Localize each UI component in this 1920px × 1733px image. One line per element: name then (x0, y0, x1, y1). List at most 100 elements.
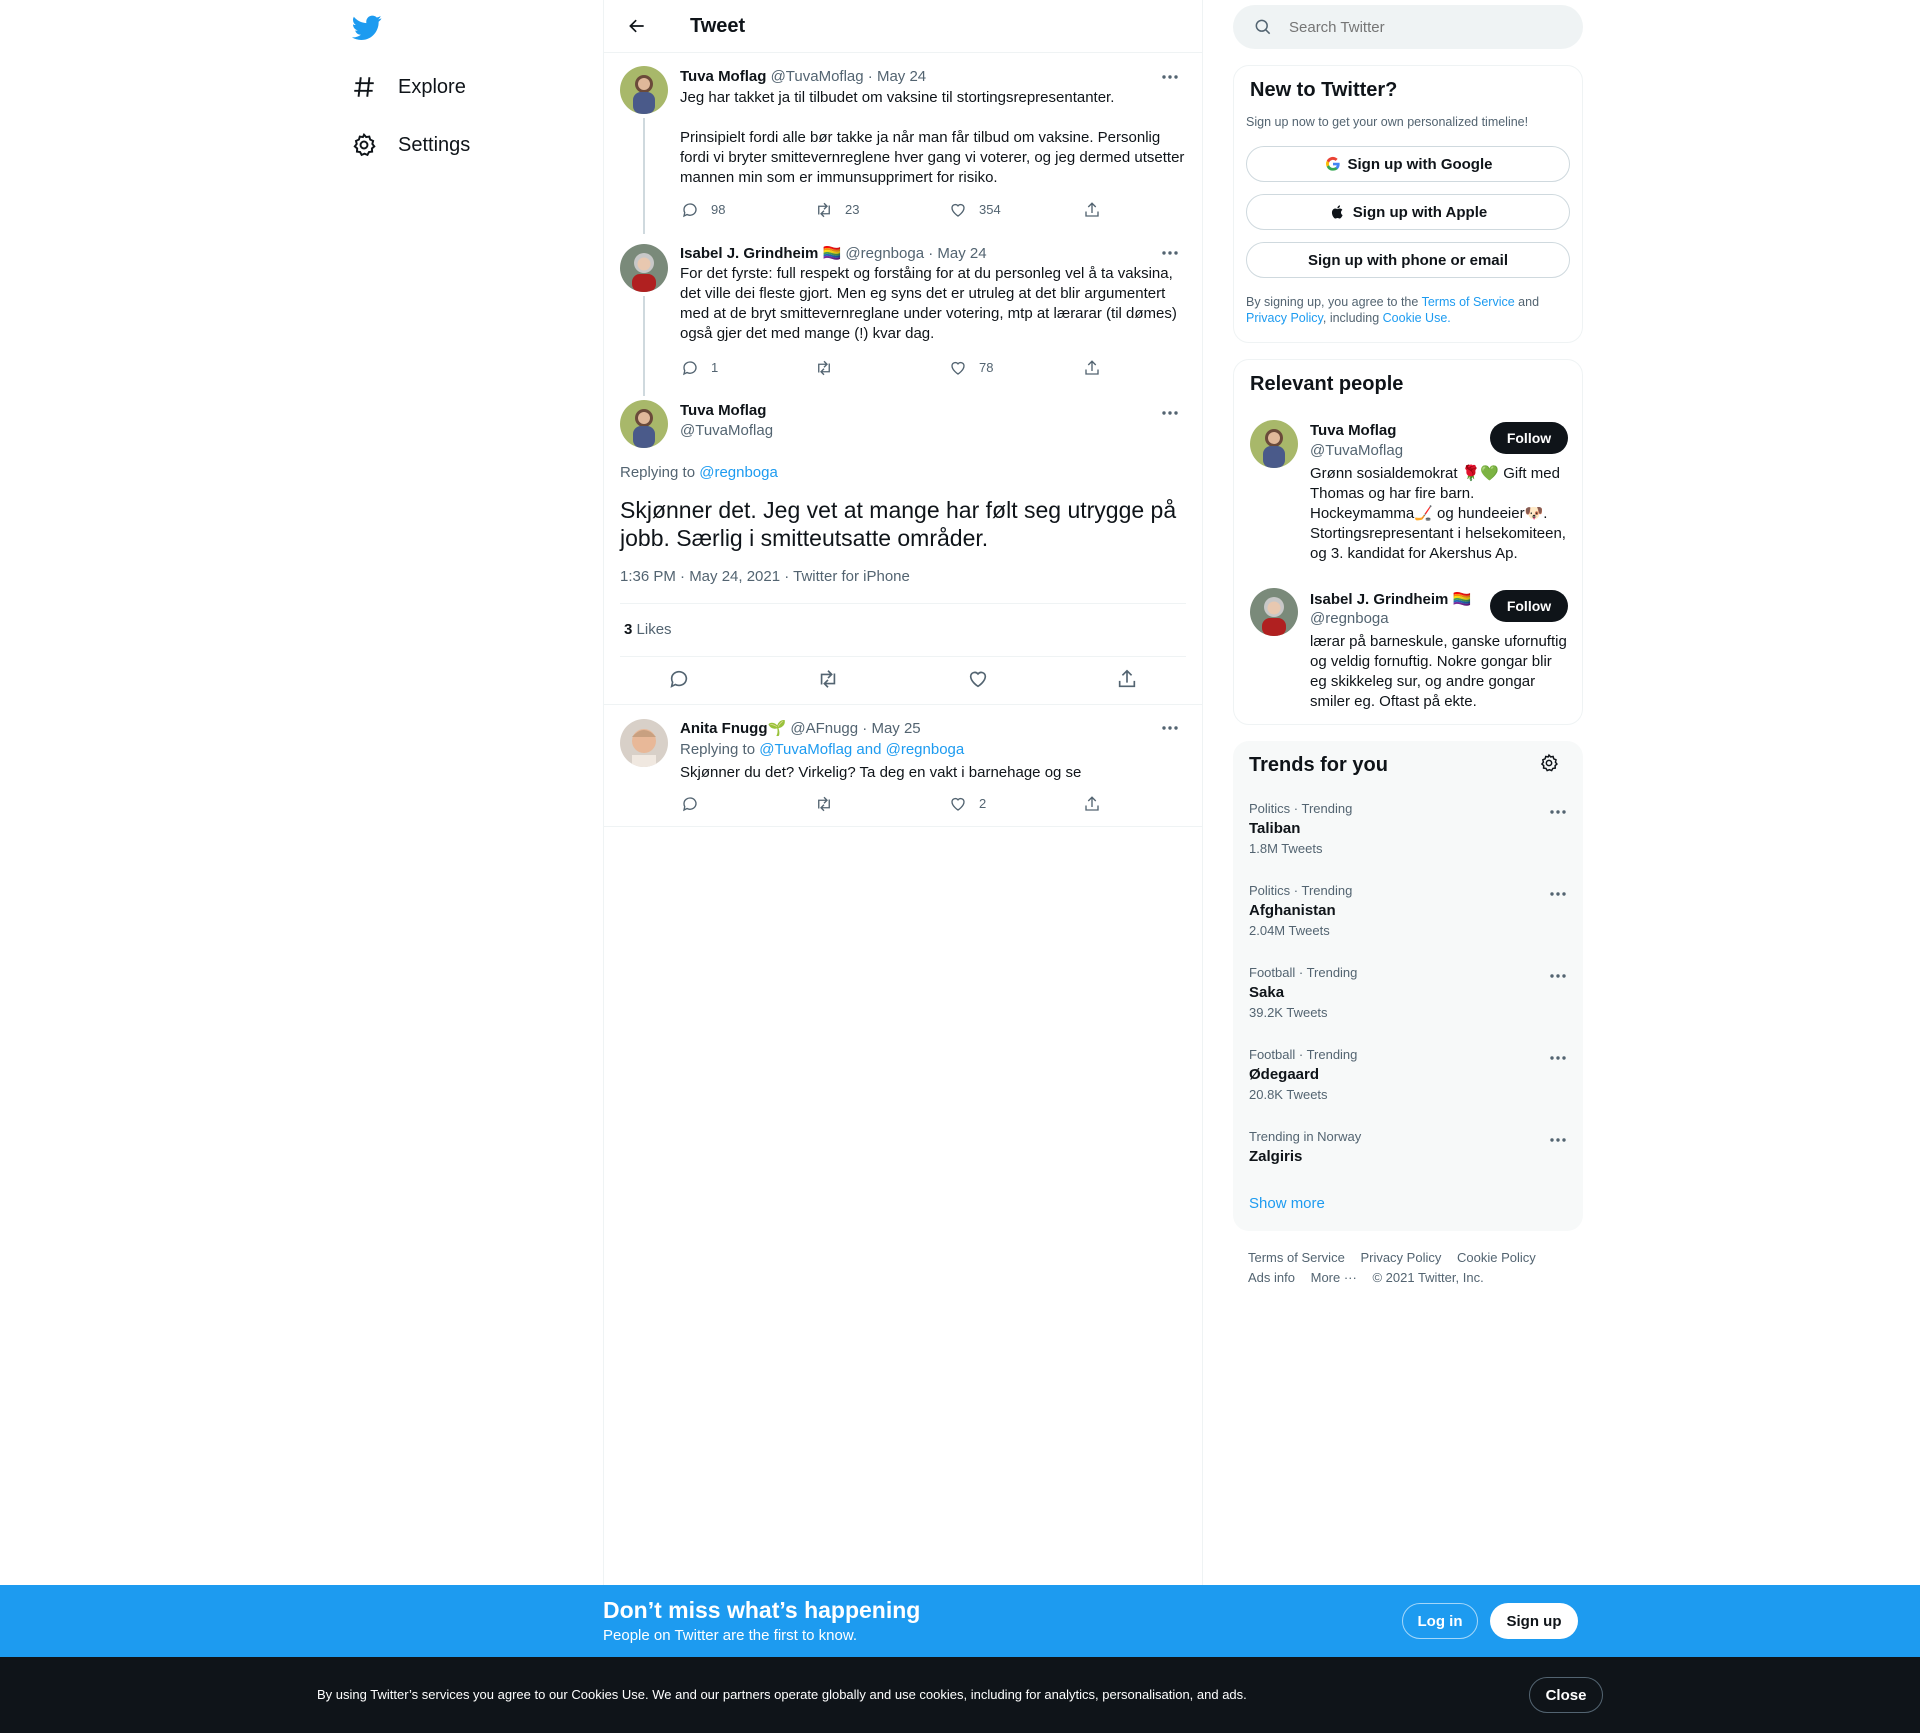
person-card[interactable]: Isabel J. Grindheim 🏳️‍🌈 @regnboga Follo… (1234, 586, 1584, 716)
more-options-icon[interactable] (1547, 965, 1569, 987)
tweet-date[interactable]: · May 25 (862, 720, 920, 737)
reply-button[interactable] (680, 794, 814, 813)
terms-of-service-link[interactable]: Terms of Service (1422, 295, 1515, 309)
twitter-logo-icon[interactable] (351, 12, 382, 42)
search-bar[interactable] (1233, 5, 1583, 49)
footer-ads-link[interactable]: Ads info (1248, 1270, 1295, 1285)
like-button[interactable]: 354 (948, 200, 1082, 219)
tweet-timestamp[interactable]: 1:36 PM · May 24, 2021 · Twitter for iPh… (620, 568, 910, 585)
author-name[interactable]: Anita Fnugg (680, 720, 767, 737)
tweet-date[interactable]: · May 24 (868, 68, 926, 85)
avatar[interactable] (620, 719, 668, 767)
nav-settings[interactable]: Settings (350, 120, 470, 170)
author-handle[interactable]: @TuvaMoflag (771, 68, 864, 85)
replying-to: Replying to @TuvaMoflag and @regnboga (680, 741, 964, 758)
author-name[interactable]: Isabel J. Grindheim (680, 245, 818, 262)
replying-to: Replying to @regnboga (620, 464, 778, 481)
tweet-text-line (680, 108, 1190, 128)
trend-item[interactable]: Politics · Trending Taliban 1.8M Tweets (1249, 801, 1569, 856)
follow-button[interactable]: Follow (1490, 590, 1568, 622)
share-button[interactable] (1082, 358, 1216, 377)
main-tweet-text-line: Skjønner det. Jeg vet at mange har følt … (620, 497, 1177, 523)
like-button[interactable]: 78 (948, 358, 1082, 377)
signup-apple-button[interactable]: Sign up with Apple (1246, 194, 1570, 230)
more-options-icon[interactable] (1159, 242, 1181, 264)
trend-category: Trending in Norway (1249, 1129, 1362, 1144)
card-subtitle: Sign up now to get your own personalized… (1246, 115, 1529, 129)
more-options-icon[interactable] (1547, 1129, 1569, 1151)
tweet-text-line: også gjer det med mange (!) kvar dag. (680, 325, 935, 342)
more-options-icon[interactable] (1547, 883, 1569, 905)
author-handle[interactable]: @regnboga (845, 245, 924, 262)
thread-tweet[interactable]: Isabel J. Grindheim 🏳️‍🌈 @regnboga · May… (604, 230, 1202, 396)
signup-button[interactable]: Sign up (1490, 1603, 1578, 1639)
retweet-icon[interactable] (817, 668, 839, 695)
replying-to-link[interactable]: @TuvaMoflag and @regnboga (759, 741, 964, 758)
search-input[interactable] (1289, 18, 1549, 36)
trend-count: 20.8K Tweets (1249, 1087, 1328, 1102)
tweet-date[interactable]: · May 24 (928, 245, 986, 262)
more-options-icon[interactable] (1159, 402, 1181, 424)
person-handle[interactable]: @regnboga (1310, 610, 1389, 627)
share-button[interactable] (1082, 794, 1216, 813)
main-tweet-text: Skjønner det. Jeg vet at mange har følt … (620, 496, 1190, 552)
retweet-button[interactable] (814, 358, 948, 377)
person-name[interactable]: Tuva Moflag (1310, 422, 1396, 439)
login-button[interactable]: Log in (1402, 1603, 1478, 1639)
signup-google-button[interactable]: Sign up with Google (1246, 146, 1570, 182)
close-cookie-button[interactable]: Close (1529, 1677, 1603, 1713)
author-name[interactable]: Tuva Moflag (680, 68, 766, 85)
avatar[interactable] (1250, 420, 1298, 468)
trend-item[interactable]: Trending in Norway Zalgiris (1249, 1129, 1569, 1165)
follow-button[interactable]: Follow (1490, 422, 1568, 454)
privacy-policy-link[interactable]: Privacy Policy (1246, 311, 1323, 325)
trend-item[interactable]: Politics · Trending Afghanistan 2.04M Tw… (1249, 883, 1569, 938)
share-icon[interactable] (1116, 668, 1138, 695)
likes-stat[interactable]: 3 Likes (624, 621, 672, 638)
show-more-link[interactable]: Show more (1249, 1195, 1325, 1212)
reply-tweet[interactable]: Anita Fnugg🌱 @AFnugg · May 25 Replying t… (604, 705, 1202, 826)
avatar[interactable] (620, 66, 668, 114)
replying-to-link[interactable]: @regnboga (699, 464, 778, 481)
back-arrow-icon[interactable] (620, 9, 654, 43)
retweet-button[interactable]: 23 (814, 200, 948, 219)
cookie-use-link[interactable]: Cookie Use. (1383, 311, 1451, 325)
more-options-icon[interactable] (1159, 66, 1181, 88)
avatar[interactable] (620, 244, 668, 292)
trends-settings-gear-icon[interactable] (1539, 753, 1561, 775)
footer-cookie-link[interactable]: Cookie Policy (1457, 1250, 1536, 1265)
avatar[interactable] (620, 400, 668, 448)
more-options-icon[interactable] (1159, 717, 1181, 739)
retweet-icon (814, 358, 833, 377)
reply-button[interactable]: 98 (680, 200, 814, 219)
avatar[interactable] (1250, 588, 1298, 636)
thread-tweet[interactable]: Tuva Moflag @TuvaMoflag · May 24 Jeg har… (604, 54, 1202, 234)
footer-terms-link[interactable]: Terms of Service (1248, 1250, 1345, 1265)
trend-count: 1.8M Tweets (1249, 841, 1323, 856)
author-name[interactable]: Tuva Moflag (680, 402, 766, 419)
more-options-icon[interactable] (1547, 801, 1569, 823)
trend-item[interactable]: Football · Trending Ødegaard 20.8K Tweet… (1249, 1047, 1569, 1102)
person-card[interactable]: Tuva Moflag @TuvaMoflag Follow Grønn sos… (1234, 418, 1584, 568)
like-button[interactable]: 2 (948, 794, 1082, 813)
person-name[interactable]: Isabel J. Grindheim 🏳️‍🌈 (1310, 590, 1471, 608)
footer-privacy-link[interactable]: Privacy Policy (1360, 1250, 1441, 1265)
nav-explore[interactable]: Explore (350, 62, 466, 112)
banner-title: Don’t miss what’s happening (603, 1597, 921, 1623)
more-options-icon[interactable] (1547, 1047, 1569, 1069)
trend-item[interactable]: Football · Trending Saka 39.2K Tweets (1249, 965, 1569, 1020)
footer-more-link[interactable]: More ··· (1311, 1270, 1357, 1285)
retweet-button[interactable] (814, 794, 948, 813)
nav-explore-label: Explore (398, 75, 466, 98)
reply-button[interactable]: 1 (680, 358, 814, 377)
divider (620, 656, 1186, 657)
share-button[interactable] (1082, 200, 1216, 219)
author-handle[interactable]: @TuvaMoflag (680, 422, 773, 439)
reply-icon[interactable] (668, 668, 690, 695)
bio-line: Thomas og har fire barn. (1310, 485, 1475, 502)
heart-icon[interactable] (967, 668, 989, 695)
signup-phone-email-button[interactable]: Sign up with phone or email (1246, 242, 1570, 278)
author-handle[interactable]: @AFnugg (790, 720, 858, 737)
person-handle[interactable]: @TuvaMoflag (1310, 442, 1403, 459)
share-icon (1082, 200, 1101, 219)
